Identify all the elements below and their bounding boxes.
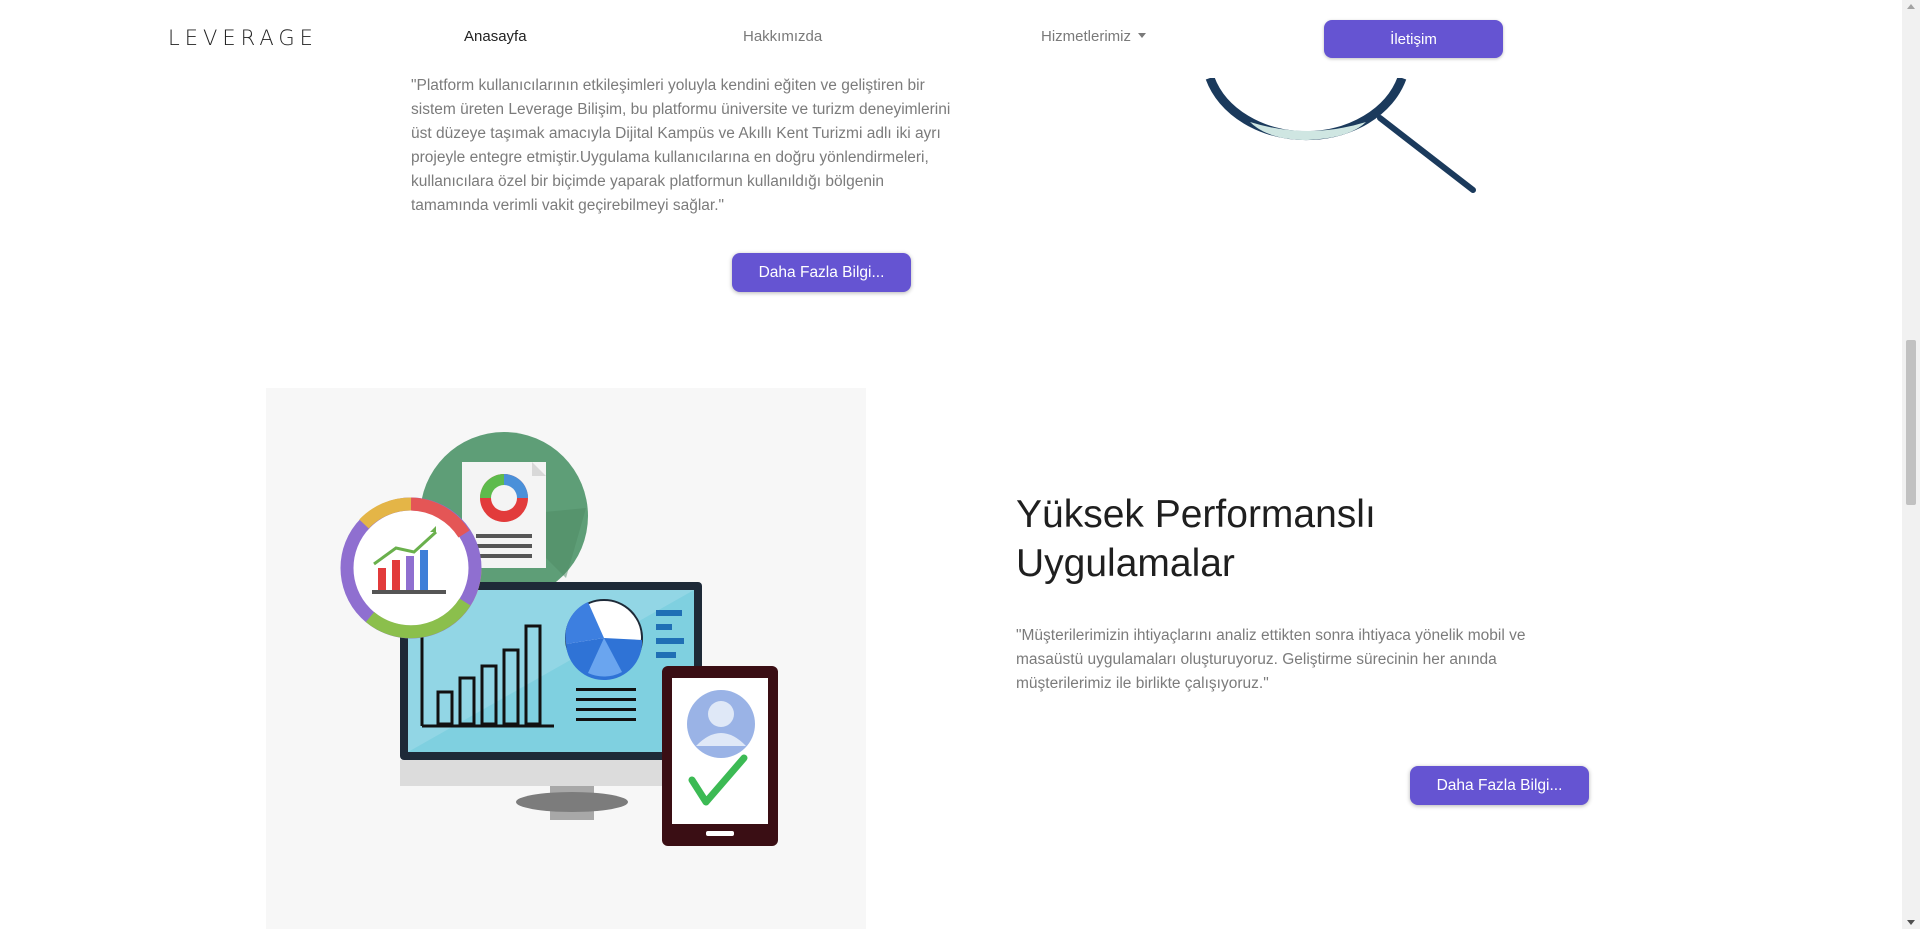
brand-logo[interactable]: LEVERAGE bbox=[168, 26, 318, 50]
nav-home-link[interactable]: Anasayfa bbox=[464, 28, 527, 45]
scroll-thumb[interactable] bbox=[1906, 340, 1916, 505]
scroll-down-arrow-icon[interactable] bbox=[1907, 920, 1915, 925]
section1-description: "Platform kullanıcılarının etkileşimleri… bbox=[411, 77, 951, 214]
dropdown-caret-icon bbox=[1138, 32, 1146, 38]
navbar: LEVERAGE Anasayfa Hakkımızda Hizmetlerim… bbox=[0, 0, 1902, 78]
more-info-button-2[interactable]: Daha Fazla Bilgi... bbox=[1410, 766, 1589, 805]
page-scrollbar[interactable] bbox=[1902, 0, 1920, 929]
nav-services-dropdown[interactable]: Hizmetlerimiz bbox=[1041, 28, 1146, 45]
more-info-button-1[interactable]: Daha Fazla Bilgi... bbox=[732, 253, 911, 292]
analytics-illustration bbox=[340, 432, 778, 846]
scroll-up-arrow-icon[interactable] bbox=[1907, 4, 1915, 9]
magnifier-illustration bbox=[1205, 76, 1476, 193]
section2-description: "Müşterilerimizin ihtiyaçlarını analiz e… bbox=[1016, 627, 1526, 692]
nav-contact-button[interactable]: İletişim bbox=[1324, 20, 1503, 58]
nav-about-link[interactable]: Hakkımızda bbox=[743, 28, 822, 45]
nav-services-label: Hizmetlerimiz bbox=[1041, 28, 1131, 45]
section2-title: Yüksek Performanslı Uygulamalar bbox=[1016, 493, 1376, 585]
